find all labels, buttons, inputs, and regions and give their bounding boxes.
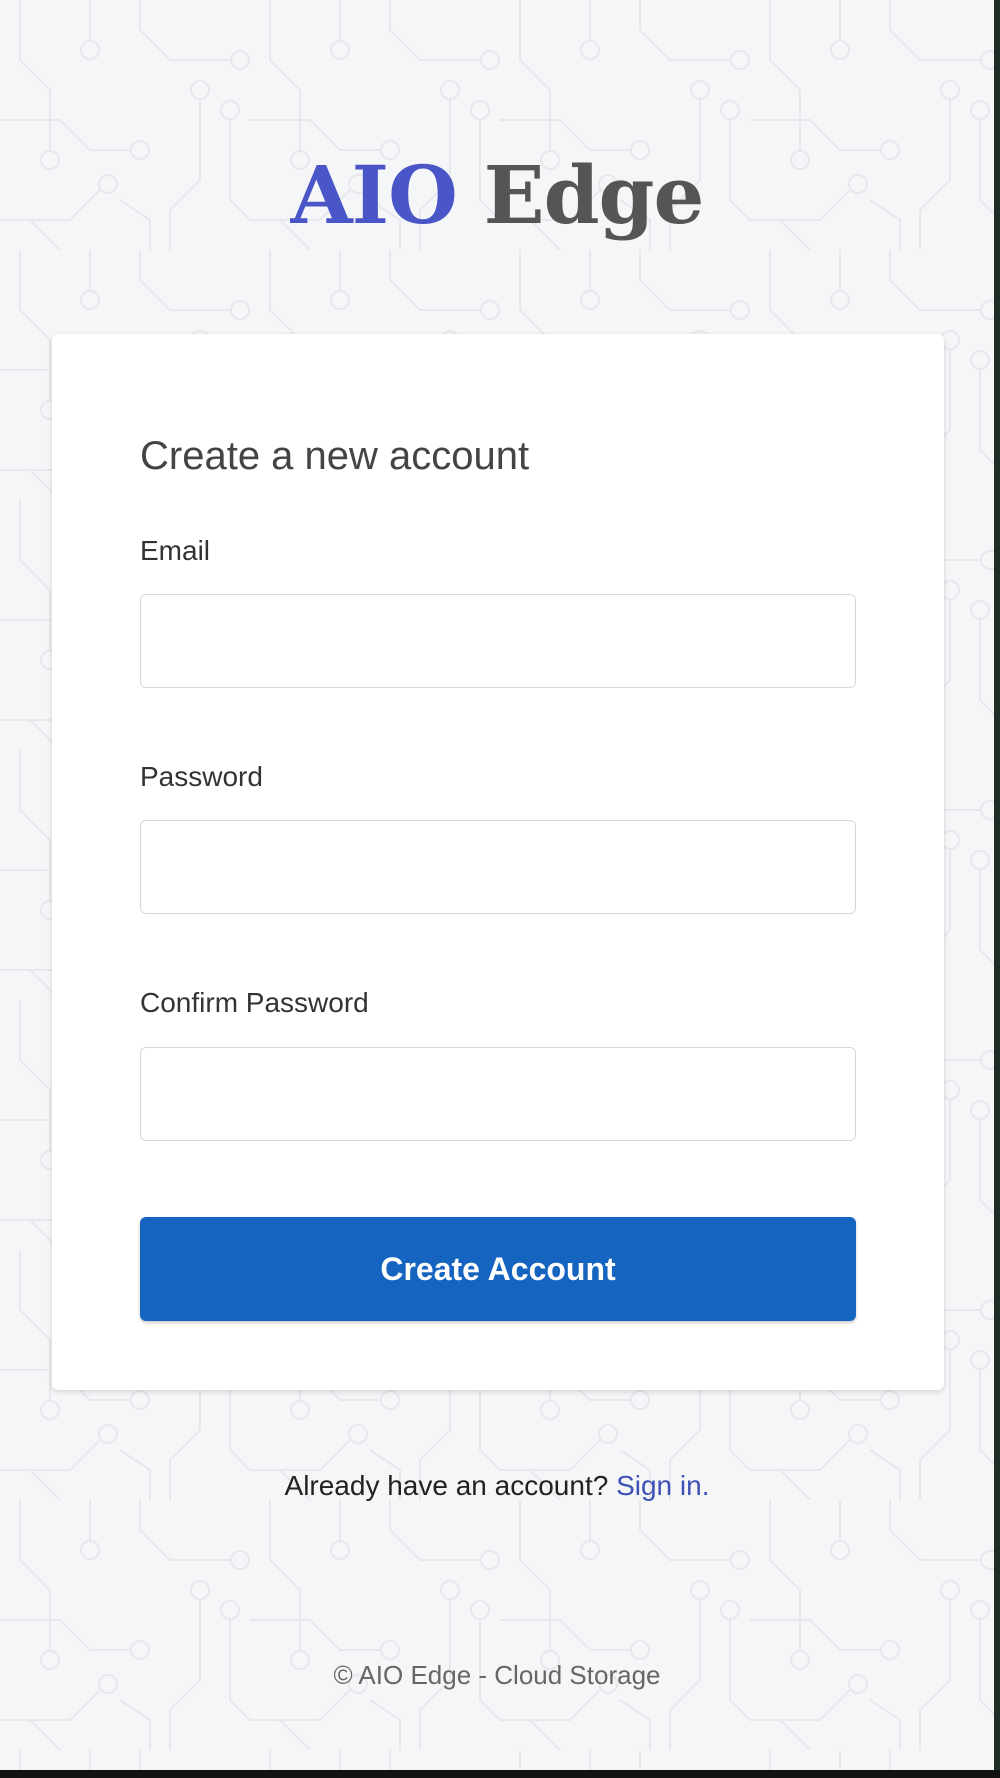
sign-in-link[interactable]: Sign in. xyxy=(616,1470,709,1501)
window-right-edge xyxy=(994,0,1000,1778)
footer-copyright: © AIO Edge - Cloud Storage xyxy=(333,1660,661,1690)
password-label: Password xyxy=(140,761,263,792)
logo-edge-text: Edge xyxy=(483,148,705,242)
signin-prompt-line: Already have an account? Sign in. xyxy=(0,1470,994,1502)
password-input[interactable] xyxy=(140,820,856,914)
email-label: Email xyxy=(140,535,211,566)
page-background: AIO Edge Create a new account Email Pass… xyxy=(0,0,994,1770)
create-account-button[interactable]: Create Account xyxy=(140,1217,856,1321)
form-title: Create a new account xyxy=(140,434,530,478)
window-bottom-edge xyxy=(0,1770,1000,1778)
confirm-password-label: Confirm Password xyxy=(140,987,369,1018)
confirm-password-input[interactable] xyxy=(140,1047,856,1141)
app-logo: AIO Edge xyxy=(0,140,994,250)
signin-prompt-text: Already have an account? xyxy=(284,1470,609,1501)
logo-aio-text: AIO xyxy=(290,148,458,242)
signup-card: Create a new account Email Password Conf… xyxy=(52,334,944,1390)
email-input[interactable] xyxy=(140,594,856,688)
